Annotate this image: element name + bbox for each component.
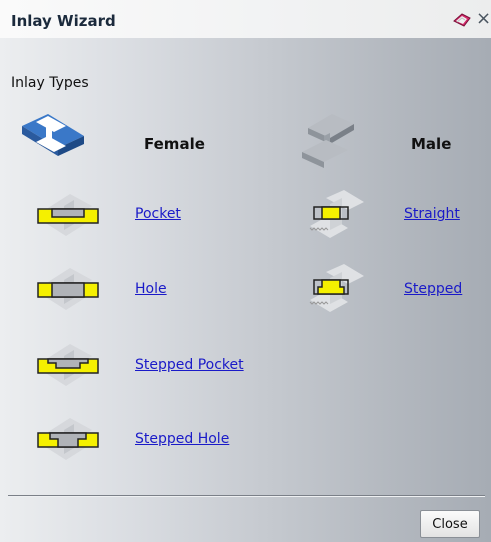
section-label: Inlay Types (11, 75, 89, 91)
straight-link[interactable]: Straight (404, 206, 460, 222)
stepped-pocket-icon[interactable] (30, 338, 106, 394)
female-type-icon (22, 114, 84, 156)
stepped-link[interactable]: Stepped (404, 281, 462, 297)
pocket-icon[interactable] (30, 188, 106, 244)
footer-divider (8, 495, 485, 497)
male-heading: Male (411, 135, 452, 153)
stepped-pocket-link[interactable]: Stepped Pocket (135, 357, 244, 373)
pocket-link[interactable]: Pocket (135, 206, 181, 222)
pin-icon[interactable] (452, 12, 472, 28)
stepped-hole-icon[interactable] (30, 412, 106, 468)
stepped-icon[interactable] (304, 262, 368, 316)
stepped-hole-link[interactable]: Stepped Hole (135, 431, 229, 447)
title-bar: Inlay Wizard × (0, 0, 491, 38)
hole-icon[interactable] (30, 262, 106, 318)
straight-icon[interactable] (304, 188, 368, 242)
female-heading: Female (144, 135, 205, 153)
close-button[interactable]: Close (420, 510, 480, 538)
window-title: Inlay Wizard (11, 12, 116, 30)
hole-link[interactable]: Hole (135, 281, 167, 297)
close-icon[interactable]: × (476, 8, 491, 29)
male-type-icon (302, 114, 354, 168)
